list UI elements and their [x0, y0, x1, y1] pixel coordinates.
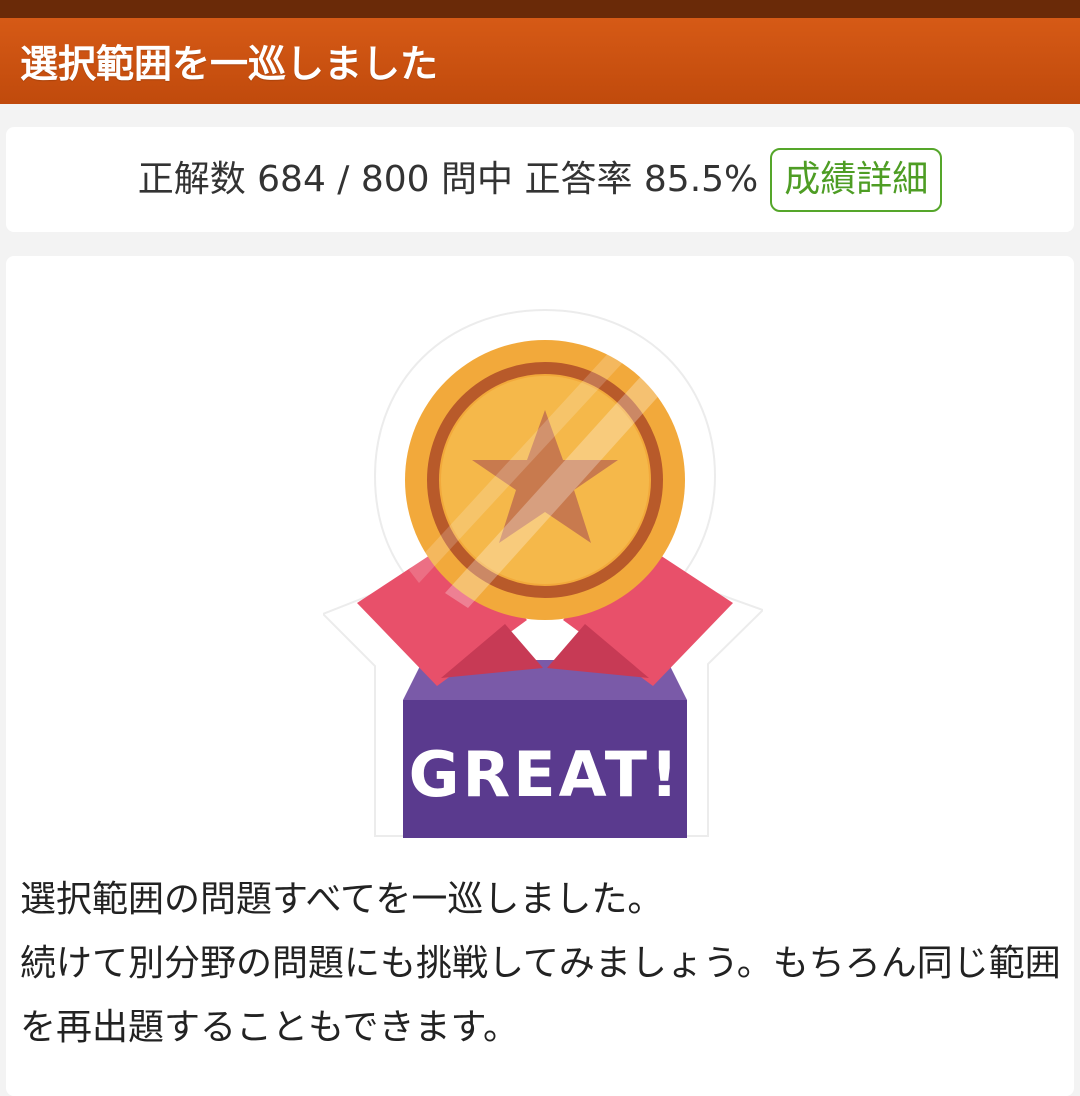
- page-title: 選択範囲を一巡しました: [20, 42, 439, 86]
- message-line-2: 続けて別分野の問題にも挑戦してみましょう。もちろん同じ範囲を再出題することもでき…: [20, 943, 1061, 1048]
- completion-message: 選択範囲の問題すべてを一巡しました。 続けて別分野の問題にも挑戦してみましょう。…: [20, 868, 1068, 1060]
- banner-text: GREAT!: [408, 738, 682, 811]
- score-detail-button[interactable]: 成績詳細: [770, 147, 943, 212]
- great-badge: GREAT!: [323, 308, 763, 838]
- completion-card: GREAT! 選択範囲の問題すべてを一巡しました。 続けて別分野の問題にも挑戦し…: [6, 256, 1074, 1096]
- message-line-1: 選択範囲の問題すべてを一巡しました。: [20, 879, 664, 920]
- score-summary: 正解数 684 / 800 問中 正答率 85.5%: [137, 158, 759, 200]
- header-bar: 選択範囲を一巡しました: [0, 0, 1080, 104]
- score-row: 正解数 684 / 800 問中 正答率 85.5% 成績詳細: [6, 127, 1074, 232]
- score-card: 正解数 684 / 800 問中 正答率 85.5% 成績詳細: [6, 127, 1074, 232]
